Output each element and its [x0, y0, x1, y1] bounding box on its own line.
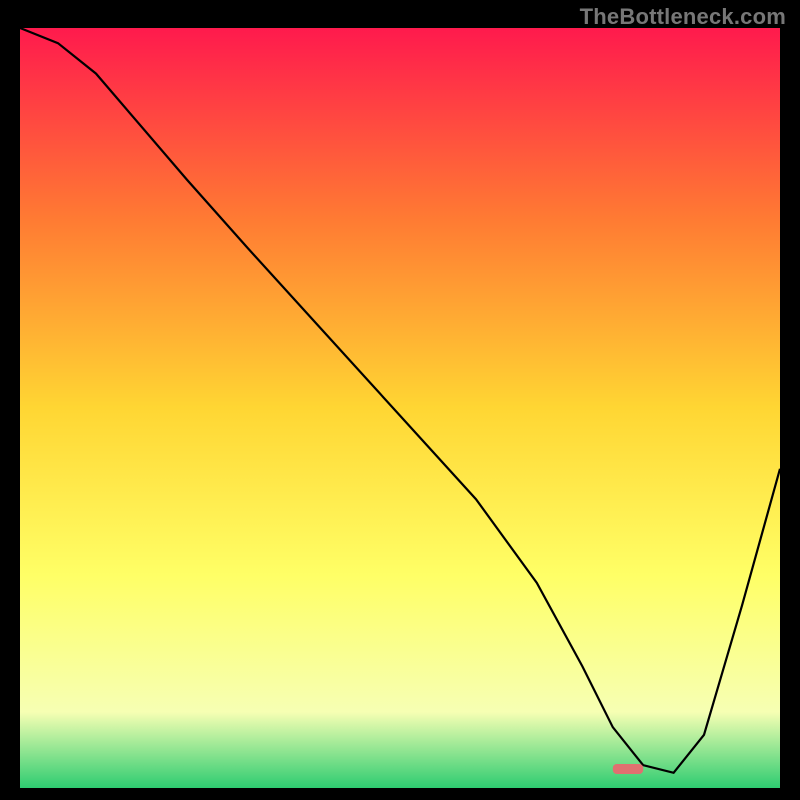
- watermark-text: TheBottleneck.com: [580, 4, 786, 30]
- marker-pill: [613, 764, 643, 774]
- gradient-background: [20, 28, 780, 788]
- chart-svg: [20, 28, 780, 788]
- plot-area: [20, 28, 780, 788]
- chart-frame: TheBottleneck.com: [0, 0, 800, 800]
